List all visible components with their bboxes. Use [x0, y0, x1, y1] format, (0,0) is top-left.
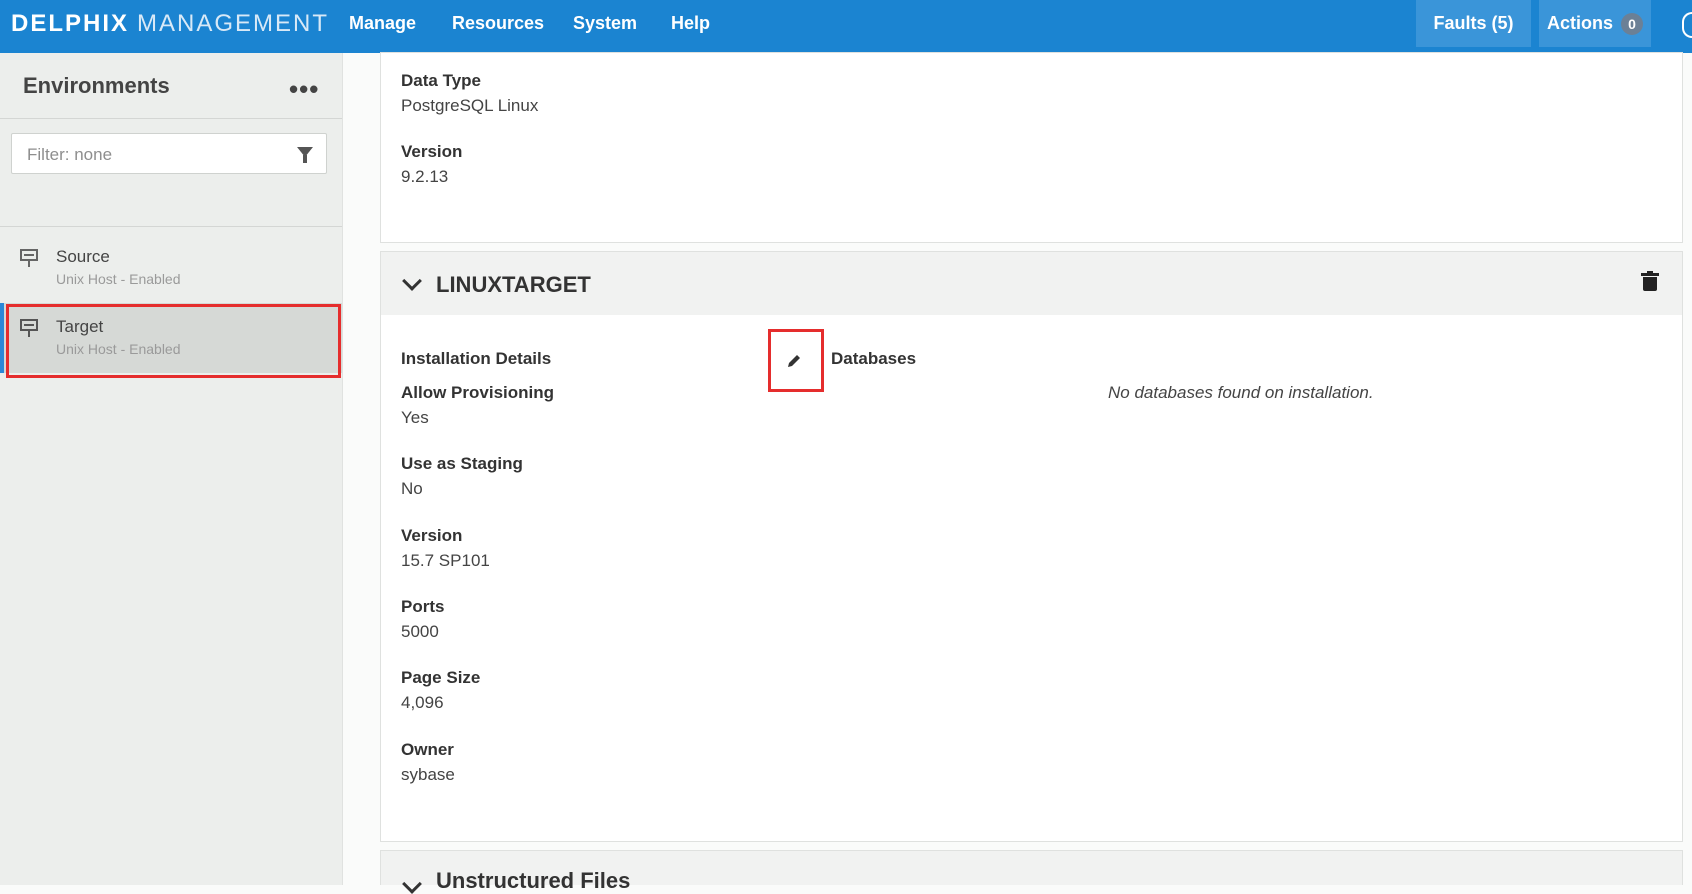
trash-icon[interactable] — [1641, 271, 1659, 291]
field-value: 4,096 — [401, 693, 444, 712]
field-value: 9.2.13 — [401, 167, 449, 186]
installation-card-body: Installation Details Databases No databa… — [380, 315, 1683, 842]
more-options-icon[interactable]: ••• — [289, 74, 319, 105]
no-databases-message: No databases found on installation. — [1108, 383, 1374, 402]
installation-card-previous: Data Type PostgreSQL Linux Version 9.2.1… — [380, 52, 1683, 243]
section-header-unstructured-files[interactable]: Unstructured Files — [380, 850, 1683, 894]
selected-indicator — [0, 303, 4, 373]
host-icon — [20, 249, 38, 267]
environment-status: Unix Host - Enabled — [56, 271, 181, 287]
environment-name: Source — [56, 247, 110, 266]
field-label: Page Size — [401, 668, 481, 687]
brand-strong: DELPHIX — [11, 10, 130, 37]
divider — [0, 226, 342, 227]
brand-logo[interactable]: DELPHIX MANAGEMENT — [11, 10, 329, 38]
nav-help[interactable]: Help — [671, 13, 710, 34]
sidebar-title: Environments — [23, 73, 170, 98]
highlight-box — [768, 329, 824, 392]
databases-label: Databases — [831, 349, 917, 368]
actions-count-badge: 0 — [1621, 12, 1643, 35]
field-label: Data Type — [401, 71, 481, 90]
section-title: Unstructured Files — [436, 868, 631, 893]
faults-button[interactable]: Faults (5) — [1416, 0, 1531, 47]
field-value: 15.7 SP101 — [401, 551, 490, 570]
field-label: Version — [401, 526, 463, 545]
faults-label: Faults (5) — [1433, 13, 1514, 33]
field-label: Version — [401, 142, 463, 161]
field-value: Yes — [401, 408, 429, 427]
field-value: 5000 — [401, 622, 439, 641]
actions-button[interactable]: Actions 0 — [1539, 0, 1651, 47]
filter-input[interactable]: Filter: none — [11, 133, 327, 174]
nav-resources[interactable]: Resources — [452, 13, 544, 34]
filter-icon[interactable] — [297, 147, 313, 163]
actions-label: Actions — [1546, 13, 1613, 33]
field-value: No — [401, 479, 423, 498]
section-title: LINUXTARGET — [436, 272, 591, 297]
installation-details-label: Installation Details — [401, 349, 552, 368]
brand-light: MANAGEMENT — [137, 10, 330, 37]
nav-system[interactable]: System — [573, 13, 637, 34]
divider — [0, 118, 342, 119]
user-icon[interactable] — [1682, 12, 1692, 38]
field-value: PostgreSQL Linux — [401, 96, 539, 115]
section-header-linuxtarget[interactable]: LINUXTARGET — [380, 251, 1683, 316]
field-label: Allow Provisioning — [401, 383, 555, 402]
field-label: Ports — [401, 597, 445, 616]
highlight-box — [6, 304, 341, 378]
chevron-down-icon[interactable] — [402, 271, 422, 291]
filter-placeholder: Filter: none — [27, 145, 113, 164]
field-label: Use as Staging — [401, 454, 523, 473]
top-bar: DELPHIX MANAGEMENT Manage Resources Syste… — [0, 0, 1692, 53]
nav-manage[interactable]: Manage — [349, 13, 416, 34]
sidebar: Environments ••• Filter: none Source Uni… — [0, 53, 343, 885]
field-value: sybase — [401, 765, 455, 784]
environment-item-source[interactable]: Source Unix Host - Enabled — [0, 233, 342, 303]
field-label: Owner — [401, 740, 454, 759]
chevron-down-icon[interactable] — [402, 874, 422, 894]
